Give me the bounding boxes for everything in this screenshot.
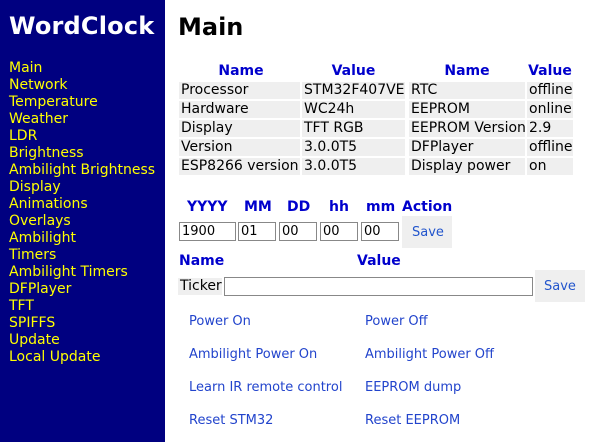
info-value-eeprom-version: 2.9 — [527, 120, 573, 137]
reset-eeprom-button[interactable]: Reset EEPROM — [365, 413, 460, 428]
info-name-rtc: RTC — [409, 82, 525, 99]
info-value-rtc: offline — [527, 82, 573, 99]
ticker-input[interactable] — [224, 277, 533, 296]
nav-item-ambilight-brightness[interactable]: Ambilight Brightness — [9, 162, 155, 179]
datetime-save-button[interactable]: Save — [412, 225, 444, 240]
info-header-name: Name — [218, 63, 264, 79]
nav-item-dfplayer[interactable]: DFPlayer — [9, 281, 155, 298]
minute-input[interactable] — [361, 222, 399, 241]
ticker-header-value: Value — [357, 253, 401, 269]
nav-item-display[interactable]: Display — [9, 179, 155, 196]
nav-item-ldr[interactable]: LDR — [9, 128, 155, 145]
nav-item-network[interactable]: Network — [9, 77, 155, 94]
hour-input[interactable] — [320, 222, 358, 241]
info-name-version: Version — [179, 139, 300, 156]
month-input[interactable] — [238, 222, 276, 241]
info-header-value: Value — [331, 63, 376, 79]
nav-item-tft[interactable]: TFT — [9, 298, 155, 315]
info-value-esp8266-version: 3.0.0T5 — [302, 158, 405, 175]
info-name-hardware: Hardware — [179, 101, 300, 118]
datetime-header-minute: mm — [366, 199, 396, 215]
info-name-display: Display — [179, 120, 300, 137]
info-value-display: TFT RGB — [302, 120, 405, 137]
ambilight-power-on-button[interactable]: Ambilight Power On — [189, 347, 317, 362]
day-input[interactable] — [279, 222, 317, 241]
sidebar: WordClock Main Network Temperature Weath… — [0, 0, 165, 442]
info-header-name-2: Name — [444, 63, 490, 79]
datetime-header-month: MM — [244, 199, 272, 215]
nav-item-local-update[interactable]: Local Update — [9, 349, 155, 366]
info-header-value-2: Value — [528, 63, 572, 79]
reset-stm32-button[interactable]: Reset STM32 — [189, 413, 273, 428]
datetime-header-year: YYYY — [187, 199, 228, 215]
nav-item-overlays[interactable]: Overlays — [9, 213, 155, 230]
nav-item-update[interactable]: Update — [9, 332, 155, 349]
nav-item-spiffs[interactable]: SPIFFS — [9, 315, 155, 332]
info-name-display-power: Display power — [409, 158, 525, 175]
nav-item-main[interactable]: Main — [9, 60, 155, 77]
datetime-action-cell: Save — [402, 216, 452, 248]
ambilight-power-off-button[interactable]: Ambilight Power Off — [365, 347, 494, 362]
nav-item-ambilight-timers[interactable]: Ambilight Timers — [9, 264, 155, 281]
info-value-version: 3.0.0T5 — [302, 139, 405, 156]
power-on-button[interactable]: Power On — [189, 314, 251, 329]
info-name-processor: Processor — [179, 82, 300, 99]
ticker-action-cell: Save — [535, 270, 585, 302]
datetime-header-day: DD — [287, 199, 311, 215]
nav-item-brightness[interactable]: Brightness — [9, 145, 155, 162]
app-title: WordClock — [9, 12, 155, 40]
info-name-dfplayer: DFPlayer — [409, 139, 525, 156]
ticker-header-name: Name — [179, 253, 225, 269]
year-input[interactable] — [179, 222, 236, 241]
info-name-eeprom-version: EEPROM Version — [409, 120, 526, 137]
info-name-esp8266-version: ESP8266 version — [179, 158, 300, 175]
power-off-button[interactable]: Power Off — [365, 314, 428, 329]
info-value-dfplayer: offline — [527, 139, 573, 156]
info-name-eeprom: EEPROM — [409, 101, 525, 118]
main-content: Main Name Value Name Value Processor STM… — [165, 0, 610, 442]
datetime-header-hour: hh — [329, 199, 349, 215]
learn-ir-remote-button[interactable]: Learn IR remote control — [189, 380, 342, 395]
info-value-hardware: WC24h — [302, 101, 405, 118]
info-value-eeprom: online — [527, 101, 573, 118]
nav-menu: Main Network Temperature Weather LDR Bri… — [9, 60, 155, 366]
nav-item-timers[interactable]: Timers — [9, 247, 155, 264]
ticker-save-button[interactable]: Save — [544, 279, 576, 294]
nav-item-weather[interactable]: Weather — [9, 111, 155, 128]
page-title: Main — [178, 13, 244, 41]
eeprom-dump-button[interactable]: EEPROM dump — [365, 380, 461, 395]
datetime-header-action: Action — [402, 199, 453, 215]
nav-item-temperature[interactable]: Temperature — [9, 94, 155, 111]
ticker-label: Ticker — [178, 278, 222, 295]
nav-item-animations[interactable]: Animations — [9, 196, 155, 213]
nav-item-ambilight[interactable]: Ambilight — [9, 230, 155, 247]
info-value-display-power: on — [527, 158, 573, 175]
info-value-processor: STM32F407VE — [302, 82, 405, 99]
